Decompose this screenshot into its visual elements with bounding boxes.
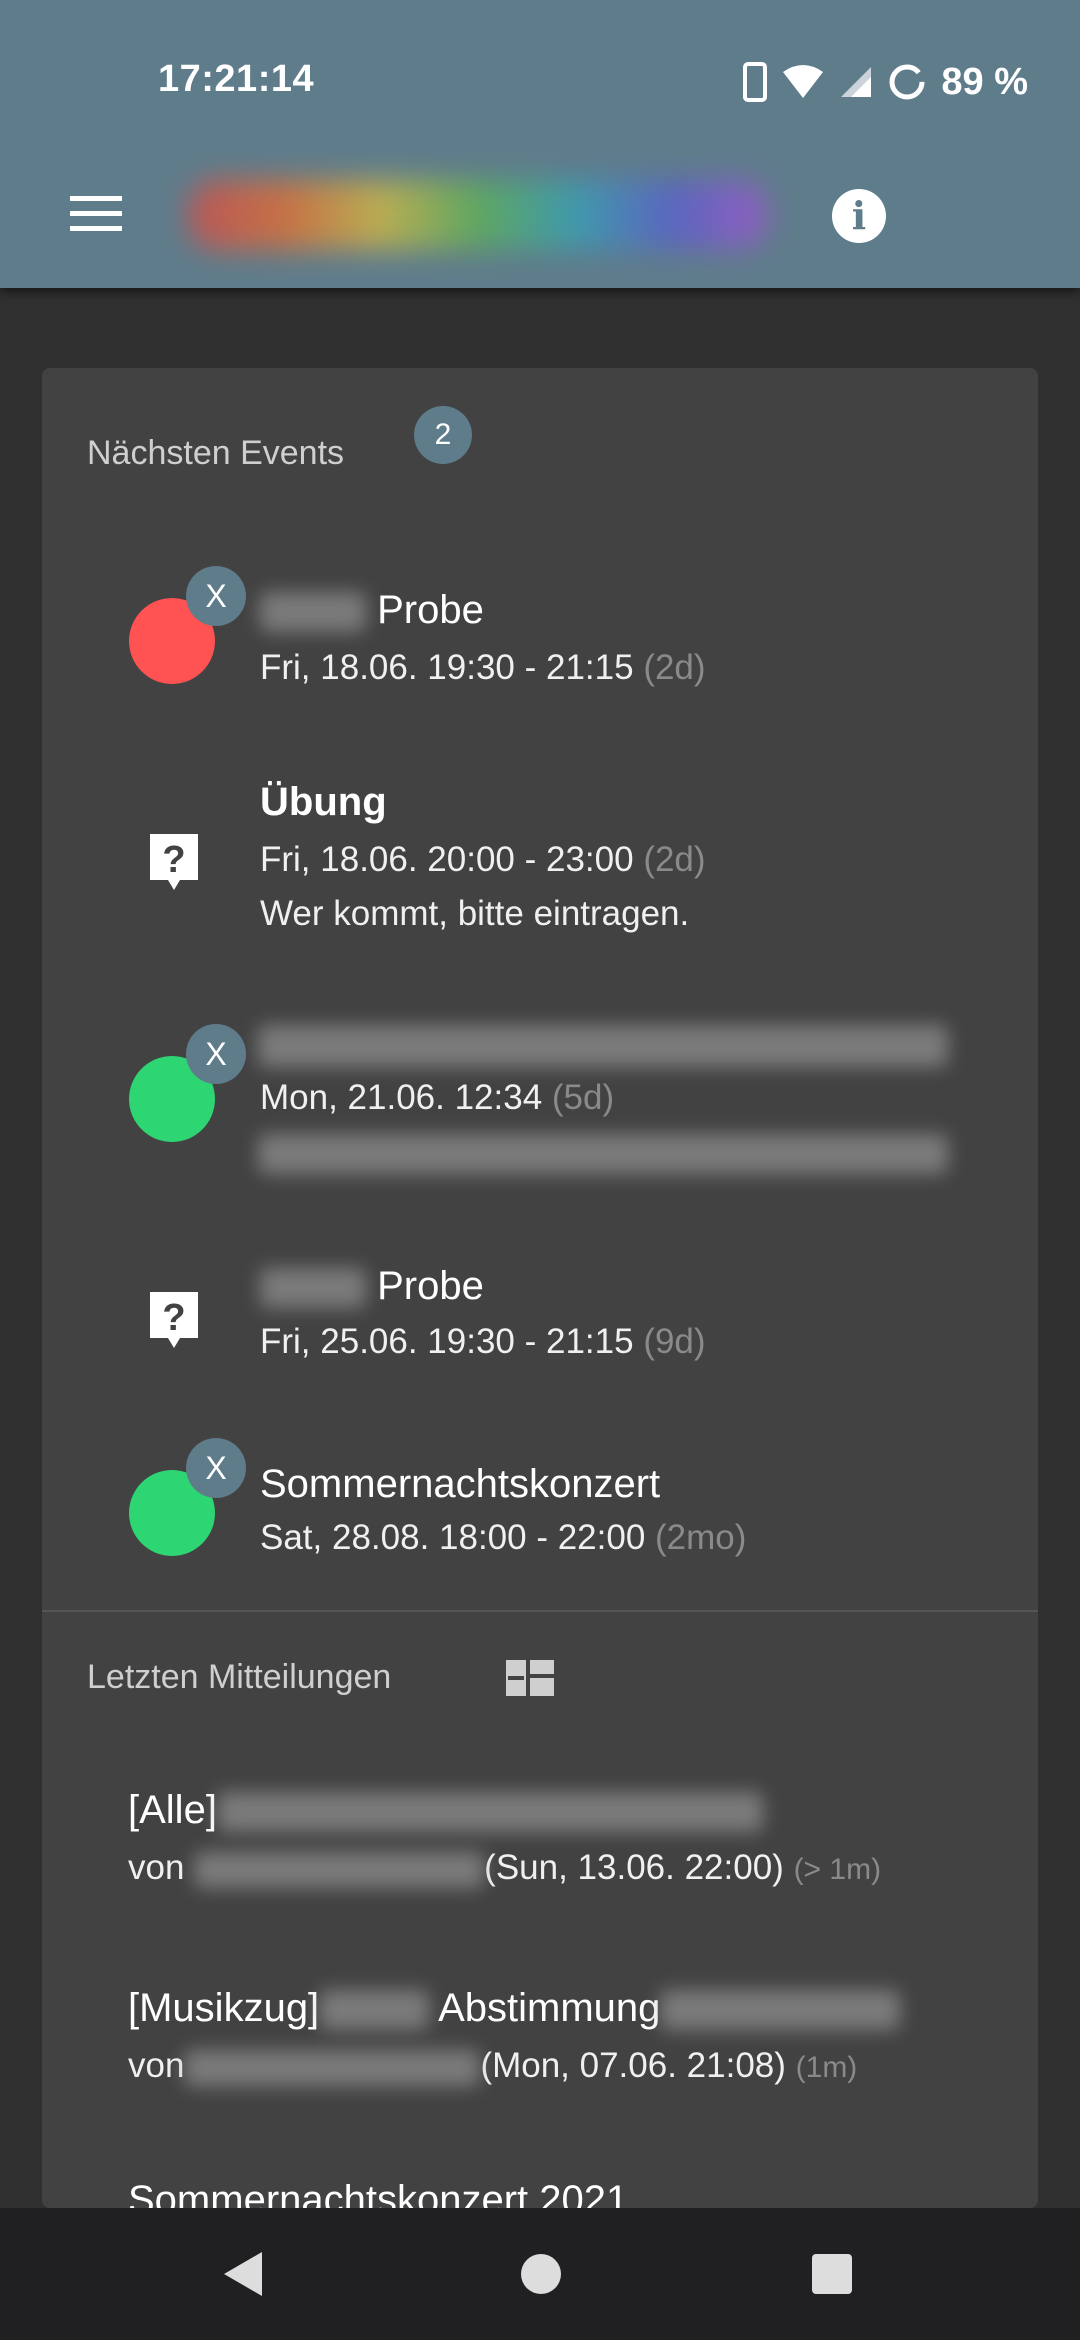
event-title: Probe (260, 1264, 484, 1309)
blurred-text (260, 592, 366, 633)
blurred-text (319, 1990, 430, 2031)
blurred-text (260, 1268, 366, 1309)
question-icon: ? (150, 834, 198, 890)
x-badge[interactable]: X (186, 566, 246, 626)
events-count-badge: 2 (414, 406, 472, 464)
app-title-blurred (188, 180, 768, 250)
message-meta: von (Mon, 07.06. 21:08) (1m) (128, 2046, 858, 2086)
message-title: [Musikzug] Abstimmung (128, 1986, 901, 2031)
event-date: Mon, 21.06. 12:34 (5d) (260, 1078, 615, 1117)
phone-icon (743, 62, 768, 102)
blurred-sender (194, 1851, 485, 1888)
battery-percent: 89 % (941, 60, 1028, 103)
cell-signal-icon (841, 67, 872, 97)
blurred-event-title (258, 1025, 948, 1067)
section-divider (42, 1610, 1038, 1612)
event-date: Sat, 28.08. 18:00 - 22:00 (2mo) (260, 1518, 747, 1557)
question-icon: ? (150, 1292, 198, 1348)
event-title: Übung (260, 780, 387, 824)
event-date: Fri, 25.06. 19:30 - 21:15 (9d) (260, 1322, 706, 1361)
blurred-sender (184, 2049, 481, 2086)
back-icon[interactable] (224, 2252, 262, 2296)
status-icons: 89 % (743, 58, 1028, 106)
recents-icon[interactable] (812, 2254, 852, 2294)
svg-text:?: ? (162, 1297, 185, 1339)
event-date: Fri, 18.06. 20:00 - 23:00 (2d) (260, 840, 706, 879)
message-meta: von (Sun, 13.06. 22:00) (> 1m) (128, 1848, 882, 1888)
home-icon[interactable] (521, 2254, 561, 2294)
info-icon[interactable]: i (832, 189, 886, 243)
svg-text:?: ? (162, 839, 185, 881)
wifi-icon (783, 65, 824, 98)
event-note: Wer kommt, bitte eintragen. (260, 894, 690, 933)
event-title: Sommernachtskonzert (260, 1462, 661, 1506)
menu-icon[interactable] (70, 194, 122, 234)
dashboard-icon[interactable] (506, 1660, 554, 1696)
message-title: [Alle] (128, 1788, 763, 1833)
blurred-text (660, 1990, 901, 2031)
messages-section-title: Letzten Mitteilungen (87, 1658, 392, 1696)
blurred-subject (216, 1792, 763, 1833)
events-section-title: Nächsten Events (87, 434, 345, 472)
status-time: 17:21:14 (158, 58, 315, 100)
battery-saver-icon (889, 64, 925, 100)
app-bar: 17:21:14 89 % i (0, 0, 1080, 288)
event-title: Probe (260, 588, 484, 633)
x-badge[interactable]: X (186, 1438, 246, 1498)
x-badge[interactable]: X (186, 1024, 246, 1084)
blurred-event-note (258, 1134, 948, 1174)
event-date: Fri, 18.06. 19:30 - 21:15 (2d) (260, 648, 706, 687)
